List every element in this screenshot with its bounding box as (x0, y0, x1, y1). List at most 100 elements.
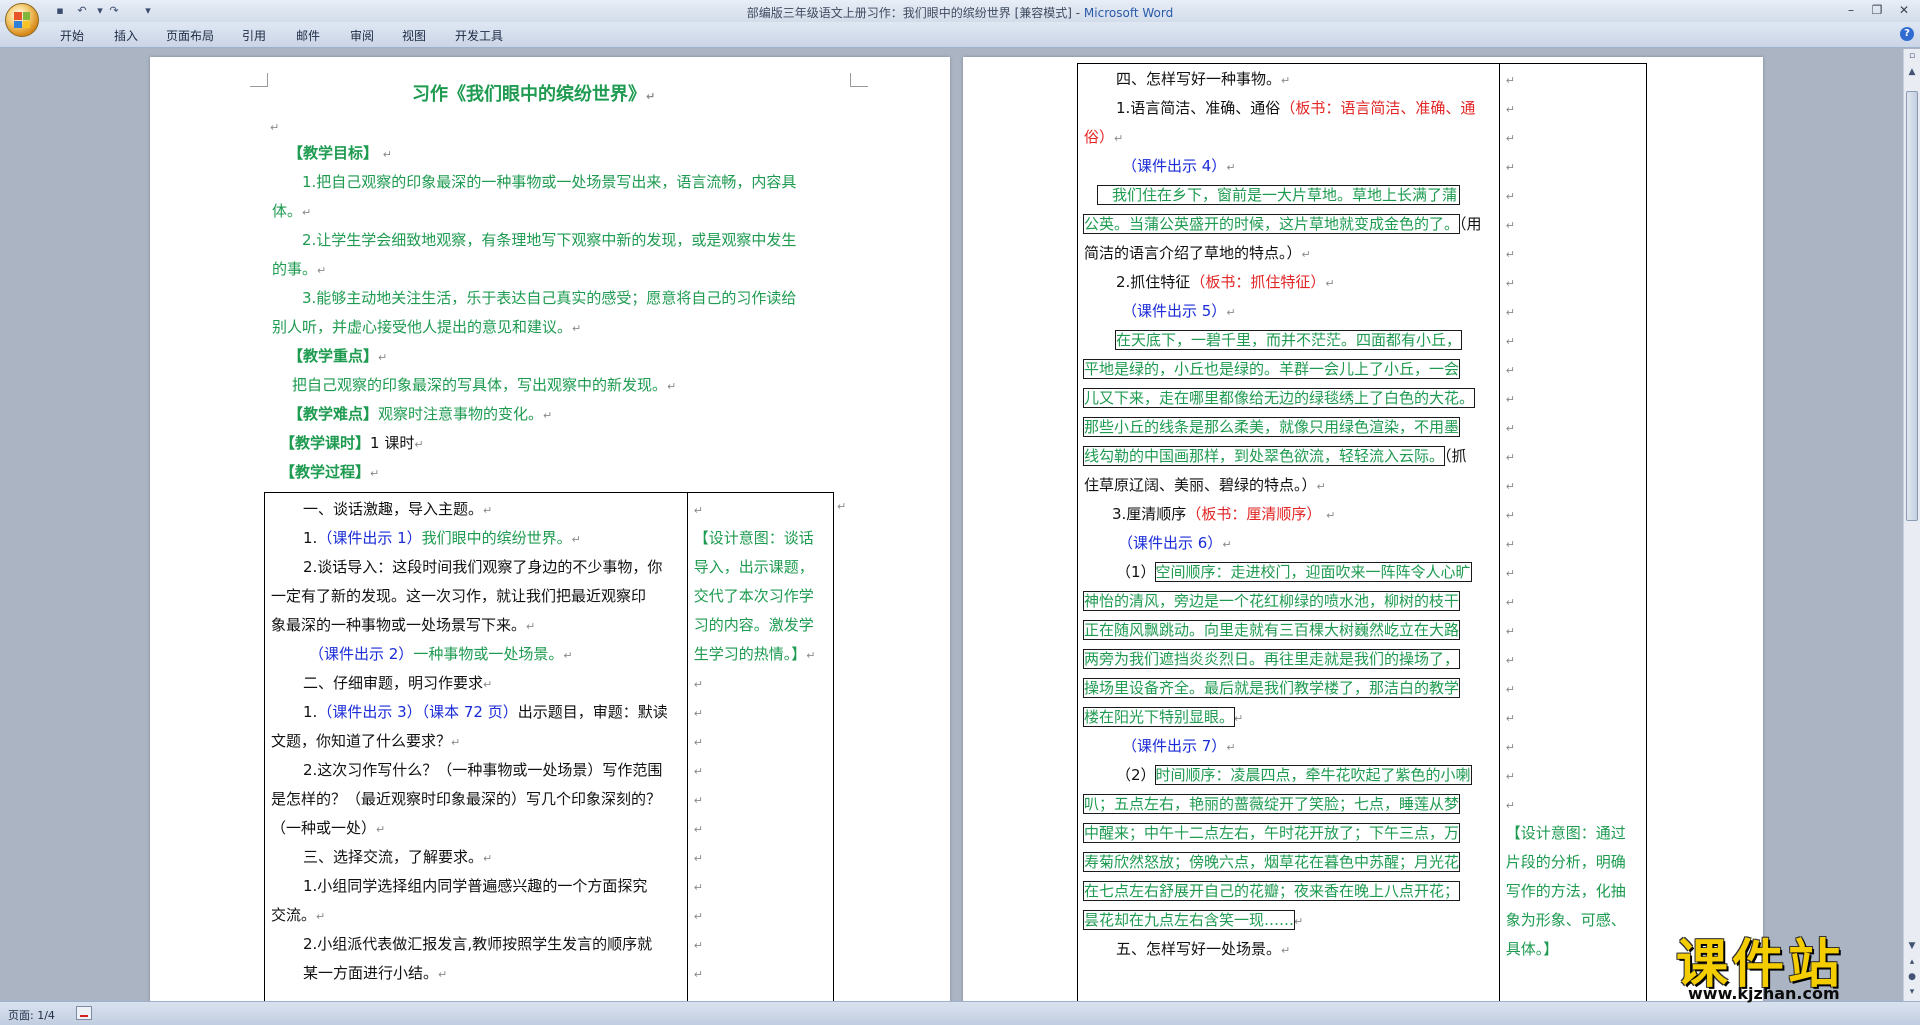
example-text: 两旁为我们遮挡炎炎烈日。再往里走就是我们的操场了， (1082, 649, 1461, 669)
scrollbar-thumb[interactable] (1906, 91, 1918, 521)
tab-references[interactable]: 引用 (242, 27, 266, 44)
difficulty-line: 【教学难点】观察时注意事物的变化。↵ (288, 405, 553, 423)
office-logo-icon (14, 12, 30, 28)
page-indicator[interactable]: 页面: 1/4 (8, 1007, 55, 1023)
table-line: 住草原辽阔、美丽、碧绿的特点。）↵ (1084, 476, 1326, 494)
key-heading: 【教学重点】↵ (288, 347, 388, 365)
example-text: 叭；五点左右，艳丽的蔷薇绽开了笑脸；七点，睡莲从梦 (1082, 794, 1461, 814)
doc-title: 习作《我们眼中的缤纷世界》↵ (412, 80, 655, 106)
design-intent-text: 生学习的热情。】↵ (693, 645, 816, 663)
key-text: 把自己观察的印象最深的写具体，写出观察中的新发现。↵ (292, 376, 677, 394)
tab-developer[interactable]: 开发工具 (455, 27, 503, 44)
process-main-cell[interactable]: 一、谈话激趣，导入主题。↵ 1.（课件出示 1）我们眼中的缤纷世界。↵ 2.谈话… (264, 492, 688, 1001)
crop-mark (250, 73, 268, 87)
minimize-icon[interactable]: – (1840, 2, 1862, 18)
example-text: 平地是绿的，小丘也是绿的。羊群一会儿上了小丘，一会 (1082, 359, 1461, 379)
table-line: 某一方面进行小结。↵ (303, 964, 448, 982)
design-intent-cell[interactable]: ↵ 【设计意图：谈话 导入，出示课题， 交代了本次习作学 习的内容。激发学 生学… (686, 492, 835, 1001)
title-bar: ▪ ↶ ▾ ↷ ▾ 部编版三年级语文上册习作：我们眼中的缤纷世界 [兼容模式] … (0, 0, 1920, 37)
table-line: 一定有了新的发现。这一次习作，就让我们把最近观察印 (271, 587, 647, 605)
scroll-down-icon[interactable]: ▼ (1905, 939, 1919, 953)
scroll-up-icon[interactable]: ▲ (1905, 65, 1919, 79)
next-page-icon[interactable]: ▾ (1905, 985, 1919, 999)
select-browse-object-icon[interactable]: ● (1905, 970, 1919, 984)
table-line: 简洁的语言介绍了草地的特点。）↵ (1084, 244, 1311, 262)
table-line: 三、选择交流，了解要求。↵ (303, 848, 493, 866)
process-table-continued: 四、怎样写好一种事物。↵ 1.语言简洁、准确、通俗（板书：语言简洁、准确、通 俗… (1077, 63, 1648, 1001)
watermark-url: www.kjzhan.com (1688, 984, 1840, 1003)
example-text: 昙花却在九点左右含笑一现……↵ (1082, 910, 1304, 930)
design-intent-text: 写作的方法，化抽 (1505, 882, 1626, 900)
tab-mailings[interactable]: 邮件 (296, 27, 320, 44)
example-text: 中醒来；中午十二点左右，午时花开放了；下午三点，万 (1082, 823, 1461, 843)
table-line: 文题，你知道了什么要求？↵ (271, 732, 461, 750)
app-name: Microsoft Word (1083, 6, 1174, 20)
table-line: （课件出示 4）↵ (1122, 157, 1236, 175)
table-line: 1.（课件出示 1）我们眼中的缤纷世界。↵ (303, 529, 581, 547)
paragraph-mark: ↵ (646, 90, 656, 103)
ribbon-tabs: 开始 插入 页面布局 引用 邮件 审阅 视图 开发工具 ? (0, 22, 1920, 48)
process-main-cell[interactable]: 四、怎样写好一种事物。↵ 1.语言简洁、准确、通俗（板书：语言简洁、准确、通 俗… (1077, 63, 1500, 1001)
table-line: （课件出示 7）↵ (1122, 737, 1236, 755)
table-line: 1.（课件出示 3）（课本 72 页）出示题目，审题：默读 (303, 703, 668, 721)
page-2[interactable]: 四、怎样写好一种事物。↵ 1.语言简洁、准确、通俗（板书：语言简洁、准确、通 俗… (963, 57, 1763, 1001)
previous-page-icon[interactable]: ▴ (1905, 955, 1919, 969)
example-text: 在天底下，一碧千里，而并不茫茫。四面都有小丘， (1114, 330, 1463, 350)
design-intent-text: 【设计意图：谈话 (693, 529, 814, 547)
table-line: 2.抓住特征（板书：抓住特征）↵ (1116, 273, 1335, 291)
row-end-mark: ↵ (837, 500, 847, 513)
table-line: （一种或一处）↵ (271, 819, 386, 837)
table-line: （课件出示 6）↵ (1118, 534, 1232, 552)
goal-1: 1.把自己观察的印象最深的一种事物或一处场景写出来，语言流畅，内容具 (302, 173, 797, 191)
example-text: 公英。当蒲公英盛开的时候，这片草地就变成金色的了。（用 (1082, 214, 1482, 234)
ruler-toggle-icon[interactable]: ▫ (1905, 49, 1919, 63)
table-line: （课件出示 2）一种事物或一处场景。↵ (309, 645, 573, 663)
process-heading: 【教学过程】↵ (280, 463, 380, 481)
tab-review[interactable]: 审阅 (350, 27, 374, 44)
table-line: 一、谈话激趣，导入主题。↵ (303, 500, 493, 518)
page-1[interactable]: 习作《我们眼中的缤纷世界》↵ ↵ 【教学目标】 ↵ 1.把自己观察的印象最深的一… (150, 57, 950, 1001)
help-icon[interactable]: ? (1900, 27, 1914, 41)
example-text: （2）时间顺序：凌晨四点，牵牛花吹起了紫色的小喇 (1116, 765, 1472, 785)
design-intent-text: 【设计意图：通过 (1505, 824, 1626, 842)
window-title: 部编版三年级语文上册习作：我们眼中的缤纷世界 [兼容模式] - Microsof… (0, 4, 1920, 21)
example-text: 在七点左右舒展开自己的花瓣；夜来香在晚上八点开花； (1082, 881, 1461, 901)
process-table: 一、谈话激趣，导入主题。↵ 1.（课件出示 1）我们眼中的缤纷世界。↵ 2.谈话… (264, 492, 835, 1001)
design-intent-cell[interactable]: ↵ ↵ ↵ ↵ ↵ ↵ ↵ ↵ ↵ ↵ ↵ ↵ ↵ ↵ ↵ ↵ ↵ ↵ ↵ ↵ … (1498, 63, 1648, 1001)
table-line: 是怎样的？（最近观察时印象最深的）写几个印象深刻的？ (271, 790, 662, 808)
table-line: 2.谈话导入：这段时间我们观察了身边的不少事物，你 (303, 558, 663, 576)
goal-2-cont: 的事。↵ (272, 260, 327, 278)
table-line: 1.小组同学选择组内同学普遍感兴趣的一个方面探究 (303, 877, 648, 895)
document-area[interactable]: 习作《我们眼中的缤纷世界》↵ ↵ 【教学目标】 ↵ 1.把自己观察的印象最深的一… (0, 49, 1903, 1001)
office-button[interactable] (5, 3, 39, 37)
table-line: 交流。↵ (271, 906, 326, 924)
close-icon[interactable]: ✕ (1893, 2, 1915, 18)
table-line: 2.小组派代表做汇报发言,教师按照学生发言的顺序就 (303, 935, 653, 953)
section-5-heading: 五、怎样写好一处场景。 (1116, 940, 1282, 958)
example-text: 操场里设备齐全。最后就是我们教学楼了，那洁白的教学 (1082, 678, 1461, 698)
crop-mark (850, 73, 868, 87)
table-line: 3.厘清顺序（板书：厘清顺序） ↵ (1112, 505, 1336, 523)
empty-paragraph: ↵ (270, 121, 280, 134)
vertical-scrollbar[interactable]: ▫ ▲ ▼ ▴ ● ▾ (1903, 49, 1920, 1001)
design-intent-text: 交代了本次习作学 (693, 587, 814, 605)
example-text: 寿菊欣然怒放；傍晚六点，烟草花在暮色中苏醒；月光花 (1082, 852, 1461, 872)
example-text: 儿又下来，走在哪里都像给无边的绿毯绣上了白色的大花。 (1082, 388, 1476, 408)
proofing-icon[interactable] (76, 1006, 92, 1020)
example-text: 正在随风飘跳动。向里走就有三百棵大树巍然屹立在大路 (1082, 620, 1461, 640)
status-bar: 页面: 1/4 (0, 1001, 1920, 1025)
table-line: 俗）↵ (1084, 128, 1124, 146)
goal-1-cont: 体。↵ (272, 202, 312, 220)
goal-2: 2.让学生学会细致地观察，有条理地写下观察中新的发现，或是观察中发生 (302, 231, 797, 249)
example-text: 神怡的清风，旁边是一个花红柳绿的喷水池，柳树的枝干 (1082, 591, 1461, 611)
tab-insert[interactable]: 插入 (114, 27, 138, 44)
tab-home[interactable]: 开始 (60, 27, 84, 44)
restore-icon[interactable]: ❐ (1866, 2, 1888, 18)
design-intent-text: 片段的分析，明确 (1505, 853, 1626, 871)
example-text: （1）空间顺序：走进校门，迎面吹来一阵阵令人心旷 (1116, 562, 1472, 582)
document-title: 部编版三年级语文上册习作：我们眼中的缤纷世界 [兼容模式] - (746, 6, 1084, 20)
watermark: 课件站 www.kjzhan.com (1660, 922, 1900, 1003)
tab-page-layout[interactable]: 页面布局 (166, 27, 214, 44)
table-line: 1.语言简洁、准确、通俗（板书：语言简洁、准确、通 (1116, 99, 1476, 117)
tab-view[interactable]: 视图 (402, 27, 426, 44)
